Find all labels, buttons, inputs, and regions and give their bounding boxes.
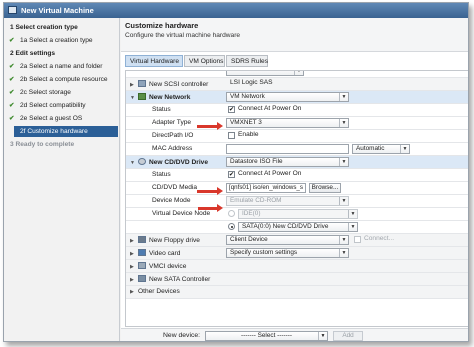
annotation-arrow-icon: [197, 122, 223, 130]
row-device-mode: Device Mode Emulate CD-ROM ▼: [126, 195, 468, 208]
network-connect-checkbox[interactable]: ✔: [228, 106, 235, 113]
directpath-checkbox[interactable]: [228, 132, 235, 139]
row-vmci-device[interactable]: ▶ VMCI device: [126, 260, 468, 273]
row-cd-status: Status ✔ Connect At Power On: [126, 169, 468, 182]
sata-node-select[interactable]: SATA(0:0) New CD/DVD Drive ▼: [238, 222, 358, 232]
new-device-select[interactable]: ------- Select ------- ▼: [205, 331, 328, 341]
mac-address-input[interactable]: [226, 144, 349, 154]
row-device-node-ide: Virtual Device Node IDE(0) ▼: [126, 208, 468, 221]
row-device-node-sata: SATA(0:0) New CD/DVD Drive ▼: [126, 221, 468, 234]
step-2d[interactable]: ✔ 2d Select compatibility: [4, 100, 119, 111]
video-card-icon: [138, 249, 146, 256]
step-2e[interactable]: ✔ 2e Select a guest OS: [4, 113, 119, 124]
step-1-heading: 1 Select creation type: [10, 24, 78, 31]
vmci-icon: [138, 262, 146, 269]
video-card-select[interactable]: Specify custom settings ▼: [226, 248, 349, 258]
expand-arrow-icon[interactable]: ▶: [130, 251, 138, 257]
new-vm-window: New Virtual Machine 1 Select creation ty…: [3, 2, 469, 342]
check-icon: ✔: [9, 89, 15, 96]
page-title: Customize hardware: [125, 21, 199, 30]
step-2c[interactable]: ✔ 2c Select storage: [4, 87, 119, 98]
browse-button[interactable]: Browse...: [309, 183, 341, 193]
cd-connect-label: Connect At Power On: [238, 170, 302, 177]
cd-dvd-type-select[interactable]: Datastore ISO File ▼: [226, 157, 349, 167]
check-icon: ✔: [9, 63, 15, 70]
expand-arrow-icon[interactable]: ▶: [130, 289, 138, 295]
row-sata-controller[interactable]: ▶ New SATA Controller: [126, 273, 468, 286]
check-icon: ✔: [9, 76, 15, 83]
row-video-card[interactable]: ▶ Video card Specify custom settings ▼: [126, 247, 468, 260]
row-network-status: Status ✔ Connect At Power On: [126, 104, 468, 117]
scsi-controller-value: LSI Logic SAS: [230, 79, 273, 86]
sata-radio[interactable]: [228, 223, 235, 230]
expand-arrow-icon[interactable]: ▶: [130, 238, 138, 244]
step-2-heading: 2 Edit settings: [10, 50, 56, 57]
mac-mode-select[interactable]: Automatic ▼: [352, 144, 410, 154]
step-2f-active[interactable]: 2f Customize hardware: [14, 126, 118, 137]
collapse-arrow-icon[interactable]: ▼: [130, 160, 138, 166]
add-button: Add: [333, 331, 363, 341]
window-title: New Virtual Machine: [21, 6, 94, 15]
collapse-arrow-icon[interactable]: ▼: [130, 95, 138, 101]
check-icon: ✔: [9, 102, 15, 109]
row-adapter-type: Adapter Type VMXNET 3 ▼: [126, 117, 468, 130]
row-other-devices[interactable]: ▶ Other Devices: [126, 286, 468, 299]
hidden-row-select[interactable]: ▼: [226, 71, 304, 76]
main-content: Customize hardware Configure the virtual…: [121, 18, 468, 341]
ide-node-select: IDE(0) ▼: [238, 209, 358, 219]
floppy-connect-checkbox: [354, 236, 361, 243]
step-1a[interactable]: ✔ 1a Select a creation type: [4, 35, 119, 46]
hidden-row: ▼: [126, 71, 468, 78]
tab-sdrs-rules[interactable]: SDRS Rules: [226, 55, 268, 67]
floppy-connect-label: Connect...: [364, 235, 395, 242]
row-directpath: DirectPath I/O Enable: [126, 130, 468, 143]
row-scsi-controller[interactable]: ▶ New SCSI controller LSI Logic SAS: [126, 78, 468, 91]
step-2b[interactable]: ✔ 2b Select a compute resource: [4, 74, 119, 85]
row-network[interactable]: ▼ New Network VM Network ▼: [126, 91, 468, 104]
content-header: Customize hardware Configure the virtual…: [121, 18, 468, 52]
network-icon: [138, 93, 146, 100]
network-connect-label: Connect At Power On: [238, 105, 302, 112]
check-icon: ✔: [9, 37, 15, 44]
annotation-arrow-icon: [197, 187, 223, 195]
row-floppy-drive[interactable]: ▶ New Floppy drive Client Device ▼ Connect…: [126, 234, 468, 247]
row-mac-address: MAC Address Automatic ▼: [126, 143, 468, 156]
sata-controller-icon: [138, 275, 146, 282]
cd-media-input[interactable]: [qnfs01] iso/en_windows_s: [226, 183, 306, 193]
floppy-select[interactable]: Client Device ▼: [226, 235, 349, 245]
step-3: 3 Ready to complete: [10, 141, 75, 148]
adapter-type-select[interactable]: VMXNET 3 ▼: [226, 118, 349, 128]
tab-vm-options[interactable]: VM Options: [184, 55, 225, 67]
scsi-controller-icon: [138, 80, 146, 87]
new-device-label: New device:: [163, 332, 201, 339]
cd-connect-checkbox[interactable]: ✔: [228, 171, 235, 178]
expand-arrow-icon[interactable]: ▶: [130, 277, 138, 283]
step-2a[interactable]: ✔ 2a Select a name and folder: [4, 61, 119, 72]
row-cd-dvd-drive[interactable]: ▼ New CD/DVD Drive Datastore ISO File ▼: [126, 156, 468, 169]
expand-arrow-icon[interactable]: ▶: [130, 264, 138, 270]
expand-arrow-icon[interactable]: ▶: [130, 82, 138, 88]
floppy-icon: [138, 236, 146, 243]
check-icon: ✔: [9, 115, 15, 122]
wizard-steps-sidebar: 1 Select creation type ✔ 1a Select a cre…: [4, 18, 120, 341]
row-cd-media: CD/DVD Media [qnfs01] iso/en_windows_s B…: [126, 182, 468, 195]
window-icon: [8, 6, 17, 14]
ide-radio[interactable]: [228, 210, 235, 217]
annotation-arrow-icon: [198, 204, 223, 212]
directpath-enable-label: Enable: [238, 131, 259, 138]
page-subtitle: Configure the virtual machine hardware: [125, 32, 241, 39]
title-bar: New Virtual Machine: [4, 3, 468, 18]
new-device-bar: New device: ------- Select ------- ▼ Add: [121, 328, 468, 341]
cd-dvd-icon: [138, 158, 146, 165]
device-mode-select: Emulate CD-ROM ▼: [226, 196, 349, 206]
hardware-grid: ▼ ▶ New SCSI controller LSI Logic SAS ▼ Ne…: [125, 70, 468, 327]
network-select[interactable]: VM Network ▼: [226, 92, 349, 102]
tab-virtual-hardware[interactable]: Virtual Hardware: [125, 55, 183, 67]
